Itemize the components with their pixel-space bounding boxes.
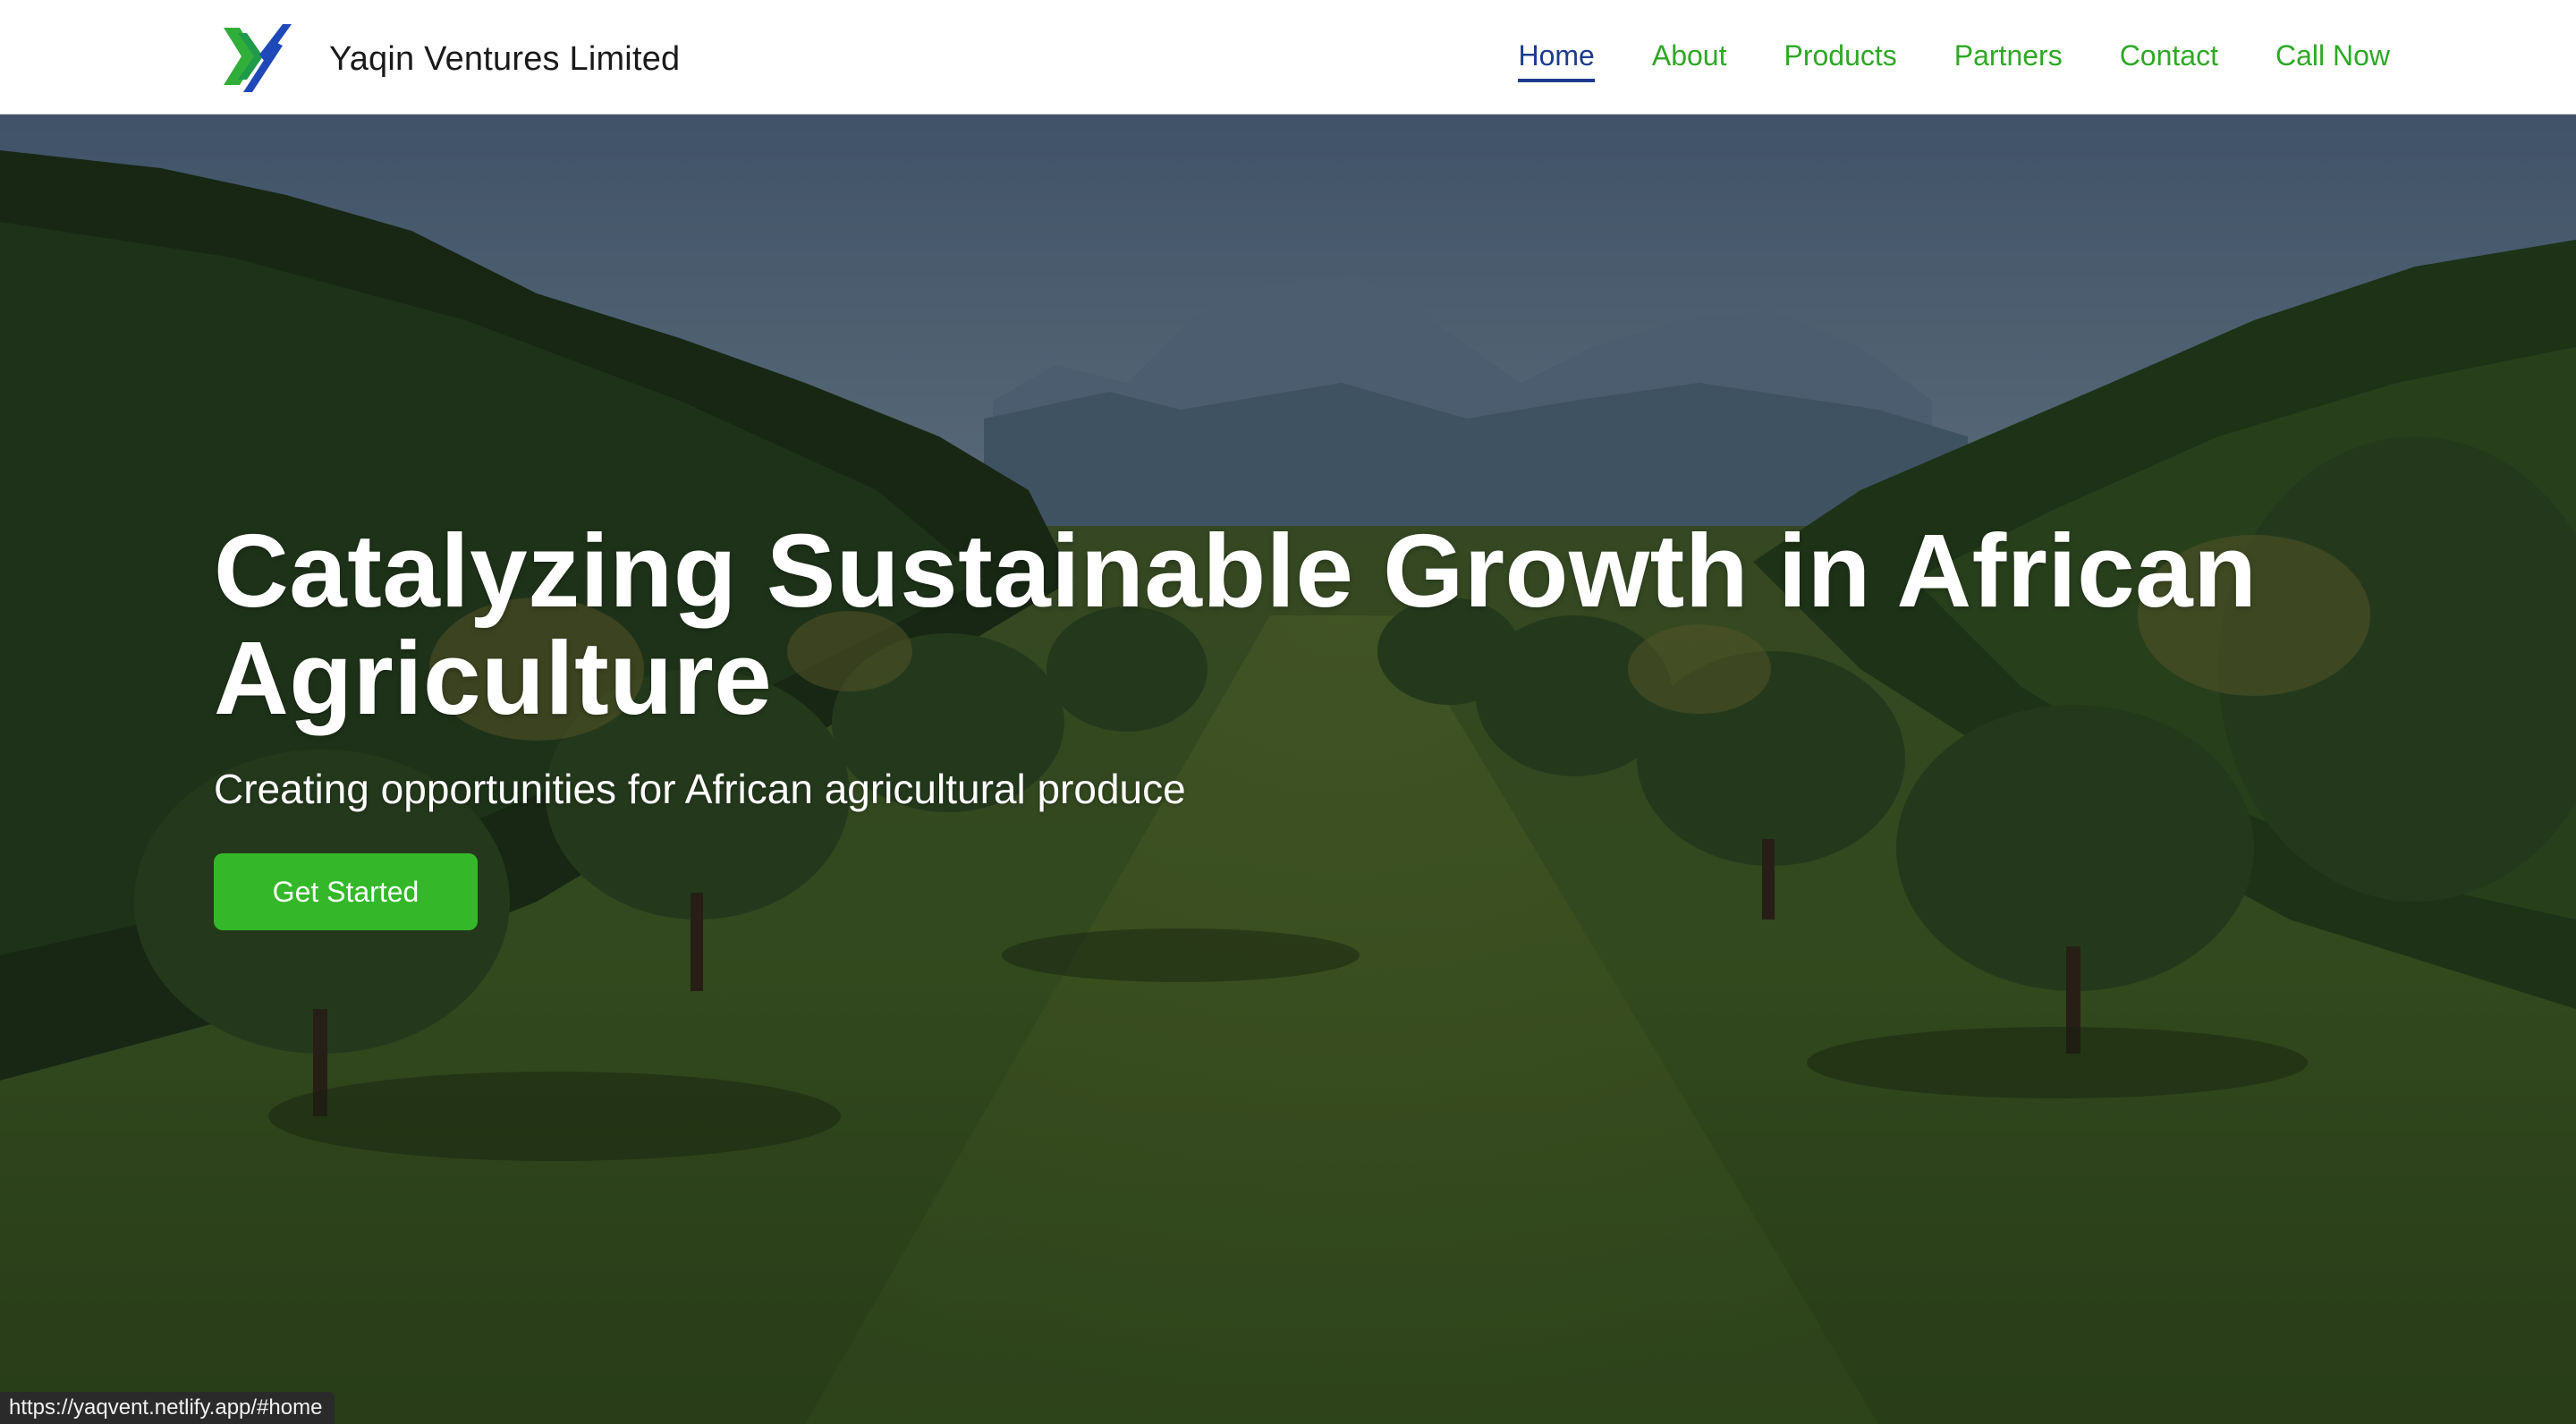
yaqin-chevron-logo-icon	[224, 24, 292, 92]
nav-link-home[interactable]: Home	[1518, 32, 1596, 82]
main-nav: Home About Products Partners Contact Cal…	[1518, 0, 2390, 114]
brand-link[interactable]: Yaqin Ventures Limited	[220, 23, 680, 95]
brand-name: Yaqin Ventures Limited	[329, 39, 681, 78]
status-bar-url: https://yaqvent.netlify.app/#home	[0, 1392, 335, 1424]
nav-link-contact[interactable]: Contact	[2120, 32, 2218, 82]
nav-link-products[interactable]: Products	[1784, 32, 1896, 82]
hero-subtitle: Creating opportunities for African agric…	[214, 766, 1186, 812]
hero-content: Catalyzing Sustainable Growth in African…	[214, 517, 2360, 930]
site-header: Yaqin Ventures Limited Home About Produc…	[0, 0, 2576, 114]
hero-title: Catalyzing Sustainable Growth in African…	[214, 513, 2258, 736]
get-started-button[interactable]: Get Started	[214, 853, 478, 930]
hero-section: Catalyzing Sustainable Growth in African…	[0, 114, 2576, 1424]
nav-link-partners[interactable]: Partners	[1954, 32, 2063, 82]
nav-link-about[interactable]: About	[1652, 32, 1727, 82]
nav-link-call-now[interactable]: Call Now	[2275, 32, 2390, 82]
